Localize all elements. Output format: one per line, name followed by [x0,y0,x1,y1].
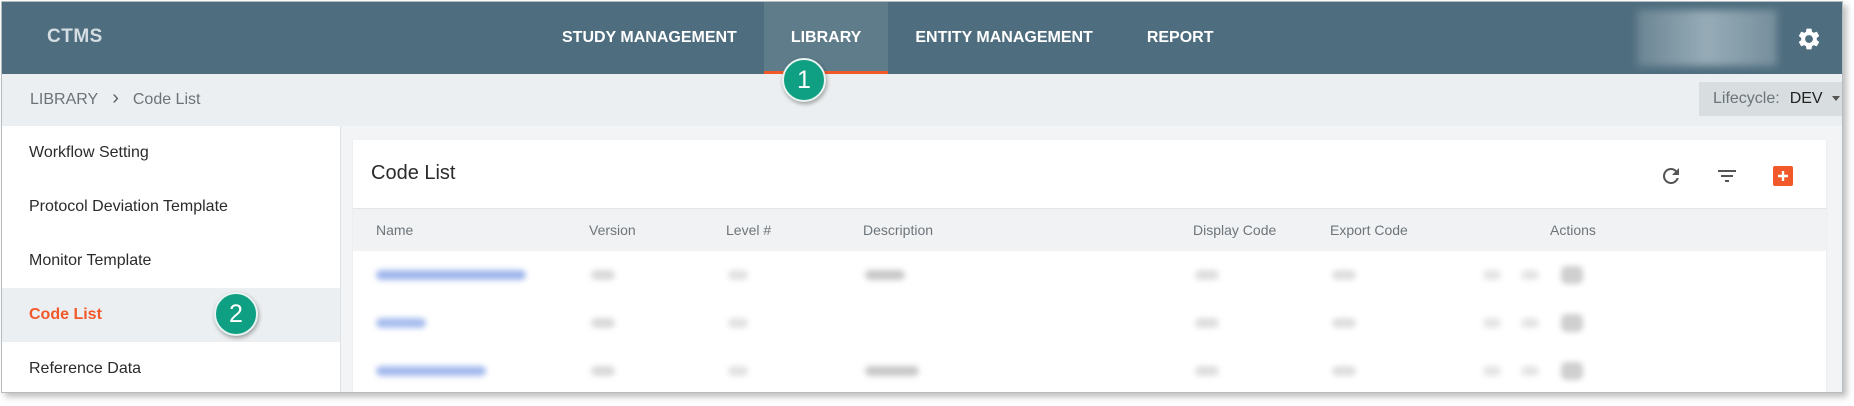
column-header-actions: Actions [1550,222,1596,238]
main-nav: STUDY MANAGEMENT LIBRARY ENTITY MANAGEME… [535,2,1241,74]
main-content: Code List Name Version Level # Descripti… [341,126,1842,392]
blurred-content [376,318,426,328]
breadcrumb-current: Code List [132,91,201,108]
nav-study-management[interactable]: STUDY MANAGEMENT [535,2,764,74]
breadcrumb-root[interactable]: LIBRARY [30,91,98,109]
lifecycle-label: Lifecycle: [1713,90,1780,107]
blurred-content [1561,362,1583,380]
sidebar-item-protocol-deviation-template[interactable]: Protocol Deviation Template [2,180,340,234]
sidebar: Workflow Setting Protocol Deviation Temp… [2,126,341,392]
sidebar-item-workflow-setting[interactable]: Workflow Setting [2,126,340,180]
blurred-content [1332,270,1356,280]
blurred-content [865,270,905,280]
blurred-content [1521,318,1539,328]
column-header-description[interactable]: Description [863,222,933,238]
column-header-export-code[interactable]: Export Code [1330,222,1408,238]
table-row[interactable] [353,348,1826,392]
add-icon[interactable] [1771,164,1795,188]
blurred-content [728,318,748,328]
blurred-content [1521,270,1539,280]
blurred-content [1483,366,1501,376]
breadcrumb-bar: LIBRARY › Code List Lifecycle: DEV [2,74,1842,126]
chevron-right-icon: › [112,87,119,109]
blurred-content [591,318,615,328]
blurred-content [591,366,615,376]
blurred-content [1561,314,1583,332]
code-list-panel: Code List Name Version Level # Descripti… [353,140,1826,392]
user-menu[interactable] [1637,10,1777,66]
sidebar-item-monitor-template[interactable]: Monitor Template [2,234,340,288]
blurred-content [1521,366,1539,376]
filter-icon[interactable] [1715,164,1739,188]
app-brand[interactable]: CTMS [47,26,103,48]
blurred-content [728,270,748,280]
column-header-display-code[interactable]: Display Code [1193,222,1276,238]
blurred-content [1483,270,1501,280]
table-row[interactable] [353,252,1826,300]
blurred-content [1561,266,1583,284]
blurred-content [1332,366,1356,376]
table-row[interactable] [353,300,1826,348]
lifecycle-value: DEV [1789,90,1823,107]
blurred-content [591,270,615,280]
table-header: Name Version Level # Description Display… [353,208,1826,251]
panel-title: Code List [371,162,456,184]
blurred-content [1332,318,1356,328]
blurred-content [1195,270,1219,280]
blurred-content [376,366,486,376]
column-header-version[interactable]: Version [589,222,636,238]
caret-down-icon [1832,96,1840,101]
nav-library[interactable]: LIBRARY [763,2,889,74]
top-navbar: CTMS STUDY MANAGEMENT LIBRARY ENTITY MAN… [2,2,1842,74]
blurred-content [865,366,919,376]
lifecycle-select[interactable]: Lifecycle: DEV [1699,82,1842,116]
blurred-content [1483,318,1501,328]
column-header-name[interactable]: Name [376,222,413,238]
callout-badge-2: 2 [214,292,258,336]
breadcrumb: LIBRARY › Code List [30,87,201,110]
refresh-icon[interactable] [1659,164,1683,188]
sidebar-item-reference-data[interactable]: Reference Data [2,342,340,392]
blurred-content [728,366,748,376]
nav-report[interactable]: REPORT [1120,2,1241,74]
blurred-content [1195,318,1219,328]
nav-entity-management[interactable]: ENTITY MANAGEMENT [888,2,1119,74]
column-header-level[interactable]: Level # [726,222,771,238]
blurred-content [1195,366,1219,376]
callout-badge-1: 1 [782,58,826,102]
blurred-content [376,270,526,280]
sidebar-item-code-list[interactable]: Code List [2,288,340,342]
app-window: CTMS STUDY MANAGEMENT LIBRARY ENTITY MAN… [1,1,1843,393]
gear-icon[interactable] [1796,26,1822,52]
